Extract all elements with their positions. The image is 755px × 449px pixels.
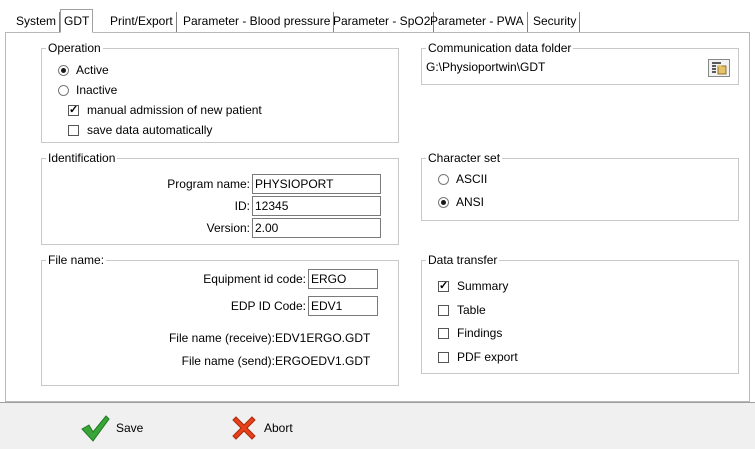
- program-name-field[interactable]: PHYSIOPORT: [252, 174, 381, 194]
- file-name-send-value: ERGOEDV1.GDT: [275, 351, 380, 371]
- communication-title: Communication data folder: [426, 41, 574, 55]
- operation-group: Operation Active Inactive ✓ manual admis…: [41, 41, 399, 143]
- operation-title: Operation: [46, 41, 103, 55]
- gdt-settings-panel: Operation Active Inactive ✓ manual admis…: [5, 32, 750, 402]
- program-name-label: Program name:: [167, 177, 250, 191]
- active-radio-dot[interactable]: [58, 64, 69, 76]
- data-folder-path[interactable]: G:\Physioportwin\GDT: [424, 57, 704, 77]
- save-button[interactable]: Save: [80, 414, 143, 442]
- save-auto-checkbox[interactable]: save data automatically: [68, 122, 212, 138]
- findings-check-box[interactable]: [438, 327, 449, 339]
- abort-button-label: Abort: [264, 421, 293, 435]
- tab-parameter-blood-pressure[interactable]: Parameter - Blood pressure: [180, 12, 335, 32]
- communication-group: Communication data folder G:\Physioportw…: [421, 41, 739, 85]
- manual-admission-check-box[interactable]: ✓: [68, 104, 79, 116]
- ansi-radio-dot[interactable]: [438, 196, 449, 208]
- tab-parameter-pwa[interactable]: Parameter - PWA: [427, 12, 528, 32]
- tab-strip: System GDT Print/Export Parameter - Bloo…: [0, 0, 755, 33]
- ansi-radio[interactable]: ANSI: [438, 194, 484, 210]
- pdf-export-label: PDF export: [457, 350, 518, 364]
- findings-label: Findings: [457, 326, 503, 340]
- summary-label: Summary: [457, 279, 509, 293]
- identification-title: Identification: [46, 151, 118, 165]
- summary-checkbox[interactable]: ✓ Summary: [438, 278, 508, 294]
- ascii-label: ASCII: [456, 172, 488, 186]
- save-button-label: Save: [116, 421, 144, 435]
- manual-admission-label: manual admission of new patient: [87, 103, 262, 117]
- version-label: Version:: [206, 221, 250, 235]
- file-name-send-label: File name (send):: [181, 354, 275, 368]
- table-checkbox[interactable]: Table: [438, 302, 486, 318]
- pdf-export-check-box[interactable]: [438, 351, 449, 363]
- findings-checkbox[interactable]: Findings: [438, 325, 502, 341]
- file-name-title: File name:: [46, 253, 107, 267]
- equipment-id-label: Equipment id code:: [203, 272, 306, 286]
- tab-print-export[interactable]: Print/Export: [107, 12, 177, 32]
- ascii-radio[interactable]: ASCII: [438, 171, 487, 187]
- file-name-receive-value: EDV1ERGO.GDT: [275, 328, 380, 348]
- id-field[interactable]: 12345: [252, 196, 381, 216]
- id-label: ID:: [234, 199, 250, 213]
- equipment-id-field[interactable]: ERGO: [308, 269, 378, 289]
- ascii-radio-dot[interactable]: [438, 173, 449, 185]
- active-radio[interactable]: Active: [58, 62, 109, 78]
- pdf-export-checkbox[interactable]: PDF export: [438, 349, 518, 365]
- tab-gdt[interactable]: GDT: [60, 9, 94, 33]
- folder-browse-icon: [712, 62, 727, 75]
- button-bar: Save Abort: [0, 402, 755, 449]
- version-field[interactable]: 2.00: [252, 218, 381, 238]
- active-label: Active: [76, 63, 109, 77]
- ansi-label: ANSI: [456, 195, 485, 209]
- edp-id-field[interactable]: EDV1: [308, 296, 378, 316]
- summary-check-box[interactable]: ✓: [438, 280, 449, 292]
- folder-browse-button[interactable]: [708, 59, 730, 77]
- file-name-group: File name: Equipment id code: ERGO EDP I…: [41, 253, 399, 386]
- x-icon: [232, 416, 256, 440]
- manual-admission-checkbox[interactable]: ✓ manual admission of new patient: [68, 102, 262, 118]
- check-icon: [81, 415, 110, 442]
- inactive-label: Inactive: [76, 83, 118, 97]
- save-auto-label: save data automatically: [87, 123, 213, 137]
- file-name-receive-label: File name (receive):: [168, 331, 275, 345]
- identification-group: Identification Program name: PHYSIOPORT …: [41, 151, 399, 245]
- character-set-group: Character set ASCII ANSI: [421, 151, 739, 221]
- table-label: Table: [457, 303, 486, 317]
- inactive-radio[interactable]: Inactive: [58, 82, 117, 98]
- abort-button[interactable]: Abort: [230, 414, 293, 442]
- edp-id-label: EDP ID Code:: [230, 299, 306, 313]
- tab-parameter-spo2[interactable]: Parameter - SpO2: [330, 12, 435, 32]
- save-auto-check-box[interactable]: [68, 124, 79, 136]
- table-check-box[interactable]: [438, 304, 449, 316]
- tab-system[interactable]: System: [13, 12, 61, 32]
- inactive-radio-dot[interactable]: [58, 84, 69, 96]
- character-set-title: Character set: [426, 151, 503, 165]
- tab-security[interactable]: Security: [530, 12, 581, 32]
- data-transfer-title: Data transfer: [426, 253, 500, 267]
- data-transfer-group: Data transfer ✓ Summary Table Findings P…: [421, 253, 739, 374]
